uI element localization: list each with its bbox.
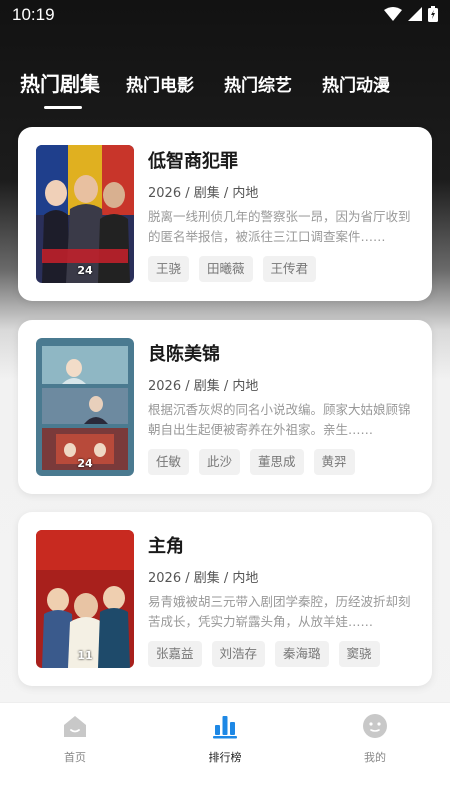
card-description: 易青娥被胡三元带入剧团学秦腔，历经波折却刻苦成长，凭实力崭露头角，从放羊娃…… bbox=[148, 594, 411, 629]
home-icon bbox=[64, 716, 86, 737]
nav-item-home[interactable]: 首页 bbox=[35, 713, 115, 765]
cast-tag[interactable]: 窦骁 bbox=[338, 641, 380, 667]
nav-label: 首页 bbox=[64, 751, 86, 764]
nav-label: 排行榜 bbox=[208, 751, 242, 764]
card-meta: 2026 / 剧集 / 内地 bbox=[148, 186, 259, 201]
cast-tag[interactable]: 王传君 bbox=[262, 256, 317, 282]
nav-label: 我的 bbox=[364, 751, 386, 764]
tab-hot-series[interactable]: 热门剧集 bbox=[20, 68, 100, 97]
status-time: 10:19 bbox=[12, 5, 55, 24]
bottom-nav: 首页 排行榜 我的 bbox=[0, 702, 450, 800]
status-icons bbox=[384, 6, 438, 22]
cast-tag[interactable]: 田曦薇 bbox=[199, 256, 253, 282]
cast-tag[interactable]: 刘浩存 bbox=[211, 641, 266, 667]
wifi-icon bbox=[384, 7, 402, 21]
tab-hot-movies[interactable]: 热门电影 bbox=[126, 71, 194, 96]
card-description: 根据沉香灰烬的同名小说改编。顾家大姑娘顾锦朝自出生起便被寄养在外祖家。亲生…… bbox=[148, 402, 411, 437]
battery-icon bbox=[428, 6, 438, 22]
cast-tags: 王骁 田曦薇 王传君 bbox=[148, 256, 317, 282]
poster-image: 11 bbox=[36, 530, 134, 668]
cast-tag[interactable]: 黄羿 bbox=[313, 449, 355, 475]
poster-image: 24 bbox=[36, 145, 134, 283]
status-bar: 10:19 bbox=[0, 0, 450, 32]
card-meta: 2026 / 剧集 / 内地 bbox=[148, 571, 259, 586]
signal-icon bbox=[408, 7, 422, 21]
profile-icon bbox=[363, 714, 387, 738]
tab-hot-variety[interactable]: 热门综艺 bbox=[224, 71, 292, 96]
card-meta: 2026 / 剧集 / 内地 bbox=[148, 379, 259, 394]
card-description: 脱离一线刑侦几年的警察张一昂，因为省厅收到的匿名举报信，被派往三江口调查案件…… bbox=[148, 209, 411, 244]
poster-image: 24 bbox=[36, 338, 134, 476]
nav-item-profile[interactable]: 我的 bbox=[335, 713, 415, 765]
cast-tag[interactable]: 任敏 bbox=[148, 449, 190, 475]
tab-active-indicator bbox=[44, 106, 82, 109]
poster-episode-badge: 11 bbox=[77, 649, 93, 662]
drama-card[interactable]: 11 主角 2026 / 剧集 / 内地 易青娥被胡三元带入剧团学秦腔，历经波折… bbox=[18, 512, 432, 686]
category-tabs: 热门剧集 热门电影 热门综艺 热门动漫 bbox=[0, 64, 450, 114]
tab-hot-anime[interactable]: 热门动漫 bbox=[322, 71, 390, 96]
drama-card[interactable]: 24 低智商犯罪 2026 / 剧集 / 内地 脱离一线刑侦几年的警察张一昂，因… bbox=[18, 127, 432, 301]
poster-episode-badge: 24 bbox=[77, 457, 93, 470]
card-title: 低智商犯罪 bbox=[148, 151, 238, 172]
ranking-icon bbox=[213, 716, 237, 739]
cast-tag[interactable]: 董思成 bbox=[250, 449, 304, 475]
poster-episode-badge: 24 bbox=[77, 264, 93, 277]
cast-tag[interactable]: 王骁 bbox=[148, 256, 190, 282]
cast-tag[interactable]: 秦海璐 bbox=[275, 641, 329, 667]
nav-item-ranking[interactable]: 排行榜 bbox=[185, 713, 265, 765]
cast-tag[interactable]: 张嘉益 bbox=[148, 641, 202, 667]
cast-tag[interactable]: 此沙 bbox=[199, 449, 241, 475]
card-title: 主角 bbox=[148, 536, 184, 557]
drama-card[interactable]: 24 良陈美锦 2026 / 剧集 / 内地 根据沉香灰烬的同名小说改编。顾家大… bbox=[18, 320, 432, 494]
cast-tags: 张嘉益 刘浩存 秦海璐 窦骁 bbox=[148, 641, 380, 667]
cast-tags: 任敏 此沙 董思成 黄羿 bbox=[148, 449, 355, 475]
card-title: 良陈美锦 bbox=[148, 344, 220, 365]
